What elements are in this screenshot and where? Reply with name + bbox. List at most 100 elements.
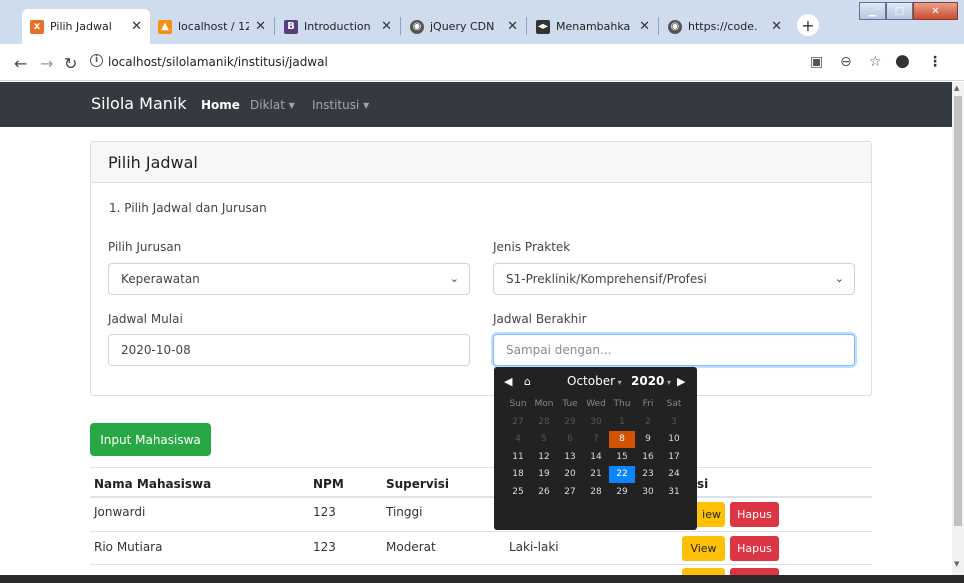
jurusan-value: Keperawatan bbox=[121, 272, 200, 286]
close-tab-icon[interactable]: ✕ bbox=[381, 19, 392, 34]
phpmyadmin-icon: ▲ bbox=[158, 19, 172, 34]
calendar-day[interactable]: 22 bbox=[609, 466, 635, 483]
calendar-day[interactable]: 21 bbox=[583, 466, 609, 483]
reload-icon[interactable]: ↻ bbox=[64, 54, 77, 73]
calendar-day[interactable]: 29 bbox=[609, 484, 635, 501]
tab-title: localhost / 12 bbox=[178, 20, 250, 33]
bookmark-star-icon[interactable]: ☆ bbox=[869, 54, 882, 70]
next-month-icon[interactable]: ▶ bbox=[677, 375, 685, 388]
close-window-button[interactable]: ✕ bbox=[913, 2, 958, 20]
forward-arrow-icon[interactable]: → bbox=[40, 54, 53, 73]
calendar-day[interactable]: 8 bbox=[609, 431, 635, 448]
calendar-day: 30 bbox=[590, 416, 602, 427]
year-select[interactable]: 2020 ▾ bbox=[631, 374, 671, 388]
calendar-day[interactable]: 28 bbox=[583, 484, 609, 501]
tab-introduction[interactable]: B Introduction ✕ bbox=[276, 9, 400, 44]
prev-month-icon[interactable]: ◀ bbox=[504, 375, 512, 388]
nav-institusi[interactable]: Institusi ▾ bbox=[312, 98, 369, 112]
scroll-thumb[interactable] bbox=[954, 96, 962, 526]
cell-gender: Laki-laki bbox=[509, 540, 559, 554]
calendar-day: 2 bbox=[645, 416, 651, 427]
calendar-day[interactable]: 27 bbox=[557, 484, 583, 501]
close-tab-icon[interactable]: ✕ bbox=[639, 19, 650, 34]
home-icon[interactable]: ⌂ bbox=[524, 375, 531, 388]
scroll-down-icon[interactable]: ▼ bbox=[954, 560, 959, 568]
delete-button[interactable]: Hapus bbox=[730, 536, 779, 561]
view-button[interactable]: View bbox=[682, 536, 725, 561]
cell-npm: 123 bbox=[313, 505, 336, 519]
browser-tab-bar: x Pilih Jadwal ✕ ▲ localhost / 12 ✕ B In… bbox=[0, 0, 964, 44]
calendar-day: 28 bbox=[538, 416, 550, 427]
cell-npm: 123 bbox=[313, 540, 336, 554]
tab-separator bbox=[658, 17, 659, 35]
jurusan-select[interactable]: Keperawatan ⌄ bbox=[108, 263, 470, 295]
row-divider bbox=[90, 531, 872, 532]
col-header-aksi: si bbox=[697, 477, 709, 491]
url-field[interactable]: localhost/silolamanik/institusi/jadwal bbox=[108, 55, 328, 69]
calendar-day[interactable]: 14 bbox=[583, 449, 609, 466]
datepicker-header: ◀ ⌂ October ▾ 2020 ▾ ▶ bbox=[494, 371, 697, 391]
calendar-day[interactable]: 13 bbox=[557, 449, 583, 466]
maximize-button[interactable]: □ bbox=[886, 2, 913, 20]
calendar-day[interactable]: 15 bbox=[609, 449, 635, 466]
close-tab-icon[interactable]: ✕ bbox=[507, 19, 518, 34]
month-select[interactable]: October ▾ bbox=[567, 374, 622, 388]
calendar-day[interactable]: 23 bbox=[635, 466, 661, 483]
day-of-week-tue: Tue bbox=[562, 399, 578, 409]
info-icon[interactable]: i bbox=[90, 54, 103, 67]
calendar-day[interactable]: 18 bbox=[505, 466, 531, 483]
calendar-day[interactable]: 25 bbox=[505, 484, 531, 501]
tab-pilih-jadwal[interactable]: x Pilih Jadwal ✕ bbox=[22, 9, 150, 44]
input-mahasiswa-button[interactable]: Input Mahasiswa bbox=[90, 423, 211, 456]
minimize-button[interactable]: ▁ bbox=[859, 2, 886, 20]
calendar-day[interactable]: 11 bbox=[505, 449, 531, 466]
col-header-supervisi: Supervisi bbox=[386, 477, 450, 491]
translate-icon[interactable]: ▣ bbox=[810, 54, 823, 70]
close-tab-icon[interactable]: ✕ bbox=[131, 19, 142, 34]
berakhir-label: Jadwal Berakhir bbox=[493, 312, 587, 326]
cell-nama: Jonwardi bbox=[94, 505, 146, 519]
calendar-day[interactable]: 12 bbox=[531, 449, 557, 466]
calendar-day[interactable]: 17 bbox=[661, 449, 687, 466]
arrows-icon: ◂▸ bbox=[536, 19, 550, 34]
calendar-day[interactable]: 16 bbox=[635, 449, 661, 466]
calendar-day: 27 bbox=[512, 416, 524, 427]
calendar-day: 29 bbox=[564, 416, 576, 427]
mulai-date-input[interactable]: 2020-10-08 bbox=[108, 334, 470, 366]
nav-home[interactable]: Home bbox=[201, 98, 240, 112]
card-subtitle: 1. Pilih Jadwal dan Jurusan bbox=[109, 201, 267, 215]
profile-icon[interactable]: ● bbox=[895, 51, 910, 71]
zoom-icon[interactable]: ⊖ bbox=[840, 54, 852, 70]
new-tab-button[interactable]: + bbox=[797, 14, 819, 36]
calendar-day[interactable]: 19 bbox=[531, 466, 557, 483]
globe-icon: ◉ bbox=[410, 19, 424, 34]
calendar-day: 1 bbox=[619, 416, 625, 427]
tab-menambahkan[interactable]: ◂▸ Menambahka ✕ bbox=[528, 9, 658, 44]
praktek-select[interactable]: S1-Preklinik/Komprehensif/Profesi ⌄ bbox=[493, 263, 855, 295]
tab-localhost[interactable]: ▲ localhost / 12 ✕ bbox=[150, 9, 274, 44]
calendar-day[interactable]: 30 bbox=[635, 484, 661, 501]
close-tab-icon[interactable]: ✕ bbox=[771, 19, 782, 34]
menu-dots-icon[interactable]: ⋮ bbox=[928, 54, 942, 70]
back-arrow-icon[interactable]: ← bbox=[14, 54, 27, 73]
scroll-up-icon[interactable]: ▲ bbox=[954, 84, 959, 92]
tab-jquery-cdn[interactable]: ◉ jQuery CDN ✕ bbox=[402, 9, 526, 44]
tab-https-code[interactable]: ◉ https://code. ✕ bbox=[660, 9, 790, 44]
calendar-day[interactable]: 26 bbox=[531, 484, 557, 501]
scrollbar[interactable]: ▲ ▼ bbox=[952, 82, 964, 575]
calendar-day[interactable]: 9 bbox=[635, 431, 661, 448]
praktek-label: Jenis Praktek bbox=[493, 240, 571, 254]
calendar-day[interactable]: 20 bbox=[557, 466, 583, 483]
bootstrap-icon: B bbox=[284, 19, 298, 34]
berakhir-date-input[interactable]: Sampai dengan... bbox=[493, 334, 855, 366]
nav-diklat[interactable]: Diklat ▾ bbox=[250, 98, 295, 112]
calendar-day[interactable]: 24 bbox=[661, 466, 687, 483]
cell-nama: Rio Mutiara bbox=[94, 540, 163, 554]
calendar-day[interactable]: 10 bbox=[661, 431, 687, 448]
close-tab-icon[interactable]: ✕ bbox=[255, 19, 266, 34]
tab-title: jQuery CDN bbox=[430, 20, 495, 33]
month-label: October bbox=[567, 374, 616, 388]
calendar-day[interactable]: 31 bbox=[661, 484, 687, 501]
delete-button[interactable]: Hapus bbox=[730, 502, 779, 527]
navbar-brand[interactable]: Silola Manik bbox=[91, 94, 187, 113]
